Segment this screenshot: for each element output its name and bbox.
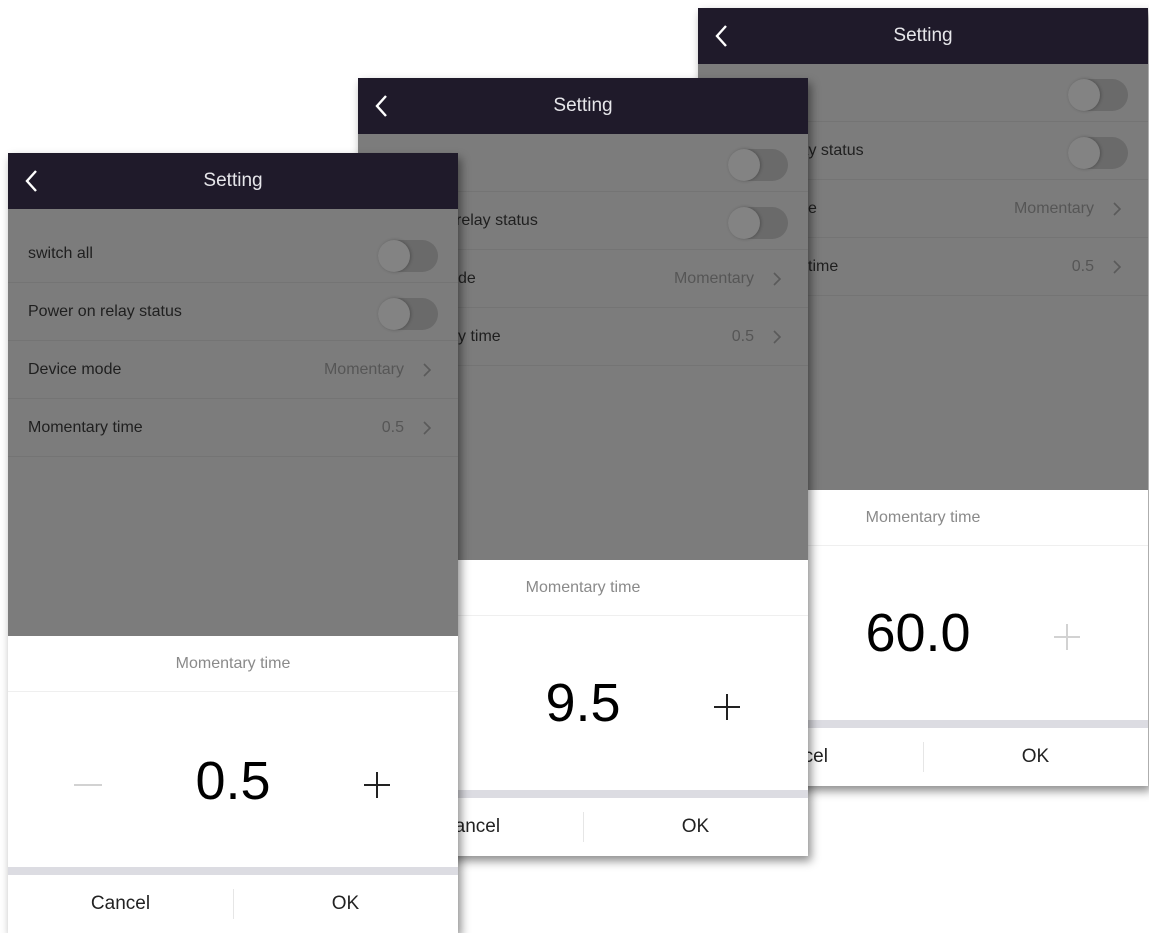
dialog-divider	[8, 867, 458, 875]
power-on-relay-status-label: Power on relay status	[28, 303, 182, 320]
chevron-right-icon	[773, 272, 782, 286]
momentary-time-display: 9.5	[545, 673, 621, 733]
device-mode-value: Momentary	[323, 361, 404, 378]
page-title: Setting	[203, 170, 263, 191]
device-mode-label: e	[808, 200, 817, 217]
minus-icon[interactable]	[74, 784, 102, 786]
cancel-button[interactable]: Cancel	[8, 875, 233, 933]
title-bar: Setting	[8, 153, 458, 209]
power-on-relay-status-label: relay status	[456, 212, 538, 229]
toggle-knob	[378, 240, 410, 272]
momentary-time-label: time	[808, 258, 839, 275]
chevron-right-icon	[1113, 260, 1122, 274]
switch-all-toggle[interactable]	[1068, 79, 1128, 111]
device-mode-label: Device mode	[28, 361, 122, 378]
power-on-relay-status-toggle[interactable]	[1068, 137, 1128, 169]
momentary-time-display: 60.0	[865, 603, 971, 663]
toggle-knob	[1068, 79, 1100, 111]
power-on-relay-status-toggle[interactable]	[378, 298, 438, 330]
settings-row-switch-all[interactable]: switch all	[8, 225, 458, 283]
chevron-right-icon	[423, 421, 432, 435]
momentary-time-dialog: Momentary time 0.5 Cancel OK	[8, 636, 458, 933]
momentary-time-label: y time	[458, 328, 501, 345]
device-mode-value: Momentary	[1013, 200, 1094, 217]
momentary-time-display: 0.5	[195, 751, 271, 811]
switch-all-label: switch all	[28, 245, 93, 262]
ok-button[interactable]: OK	[923, 728, 1148, 786]
title-bar: Setting	[358, 78, 808, 134]
page-title: Setting	[893, 25, 953, 46]
momentary-time-label: Momentary time	[28, 419, 143, 436]
chevron-right-icon	[1113, 202, 1122, 216]
plus-icon[interactable]	[714, 694, 740, 720]
switch-all-toggle[interactable]	[378, 240, 438, 272]
momentary-time-value: 0.5	[1071, 258, 1094, 275]
plus-icon[interactable]	[1054, 624, 1080, 650]
settings-row-device-mode[interactable]: Device mode Momentary	[8, 341, 458, 399]
plus-icon[interactable]	[364, 772, 390, 798]
switch-all-toggle[interactable]	[728, 149, 788, 181]
toggle-knob	[728, 149, 760, 181]
title-bar: Setting	[698, 8, 1148, 64]
toggle-knob	[728, 207, 760, 239]
ok-button[interactable]: OK	[583, 798, 808, 856]
settings-row-momentary-time[interactable]: Momentary time 0.5	[8, 399, 458, 457]
chevron-right-icon	[773, 330, 782, 344]
device-mode-label: de	[458, 270, 476, 287]
settings-row-power-on-relay-status[interactable]: Power on relay status	[8, 283, 458, 341]
power-on-relay-status-toggle[interactable]	[728, 207, 788, 239]
phone-screen-1: Setting switch all Power on relay status…	[8, 153, 458, 933]
toggle-knob	[378, 298, 410, 330]
settings-list: switch all Power on relay status Device …	[8, 209, 458, 636]
chevron-right-icon	[423, 363, 432, 377]
momentary-time-value: 0.5	[731, 328, 754, 345]
ok-button[interactable]: OK	[233, 875, 458, 933]
toggle-knob	[1068, 137, 1100, 169]
page-title: Setting	[553, 95, 613, 116]
momentary-time-value: 0.5	[381, 419, 404, 436]
dialog-title: Momentary time	[8, 636, 458, 692]
device-mode-value: Momentary	[673, 270, 754, 287]
